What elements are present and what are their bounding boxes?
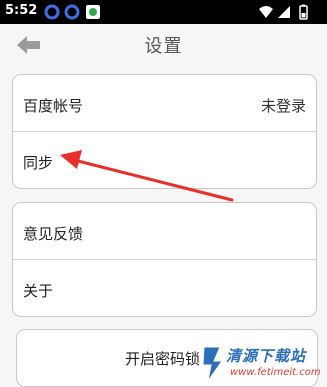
about-label: 关于	[23, 282, 54, 300]
notification-icon-2	[64, 4, 80, 20]
title-bar: 设置	[0, 24, 327, 64]
watermark-brand: 清源下载站	[226, 347, 307, 365]
feedback-label: 意见反馈	[23, 225, 84, 243]
notification-icon	[44, 4, 60, 20]
login-status: 未登录	[260, 97, 306, 115]
baidu-account-label: 百度帐号	[23, 97, 84, 115]
sync-label: 同步	[23, 154, 54, 172]
baidu-account-row[interactable]: 百度帐号 未登录	[13, 75, 316, 132]
info-settings-group: 意见反馈 关于	[12, 202, 317, 317]
signal-icon	[278, 6, 290, 18]
about-row[interactable]: 关于	[13, 260, 316, 316]
watermark-url: www.fetimeit.com	[230, 367, 321, 378]
sync-row[interactable]: 同步	[13, 132, 316, 188]
watermark-emblem-icon	[202, 346, 223, 382]
account-settings-group: 百度帐号 未登录 同步	[12, 74, 317, 189]
app-notification-icon	[86, 5, 100, 19]
battery-icon	[299, 4, 308, 20]
password-lock-label: 开启密码锁	[125, 350, 201, 368]
watermark-logo: 清源下载站 www.fetimeit.com	[200, 343, 327, 387]
status-time: 5:52	[5, 3, 38, 18]
wifi-icon	[259, 6, 273, 18]
status-bar: 5:52	[0, 0, 327, 24]
feedback-row[interactable]: 意见反馈	[13, 203, 316, 260]
page-title: 设置	[144, 36, 183, 57]
